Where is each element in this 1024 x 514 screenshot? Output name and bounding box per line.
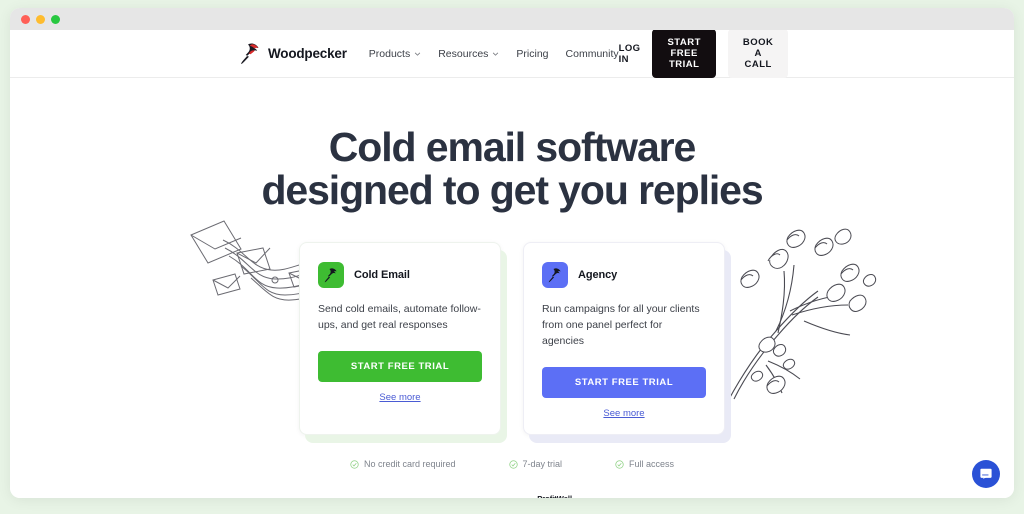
chevron-down-icon bbox=[415, 52, 421, 56]
nav-item-products-label: Products bbox=[368, 47, 411, 60]
profitwell-wordmark: ProfitWell by paddle bbox=[537, 489, 572, 498]
chat-bubble-icon bbox=[980, 468, 992, 479]
window-maximize-button[interactable] bbox=[51, 14, 60, 24]
benefit-full-access: Full access bbox=[615, 459, 674, 469]
window-close-button[interactable] bbox=[21, 14, 30, 24]
check-circle-icon bbox=[615, 459, 624, 469]
brand-logo[interactable]: Woodpecker bbox=[240, 42, 347, 66]
logo-profitwell: ProfitWell by paddle bbox=[520, 489, 572, 498]
card-description: Send cold emails, automate follow-ups, a… bbox=[318, 303, 481, 332]
agency-see-more-link[interactable]: See more bbox=[542, 408, 706, 419]
nav-item-community-label: Community bbox=[565, 47, 619, 60]
window-minimize-button[interactable] bbox=[36, 14, 45, 24]
benefits-row: No credit card required 7-day trial Full… bbox=[10, 459, 1014, 469]
woodpecker-glyph-icon bbox=[324, 268, 337, 283]
nav-actions: LOG IN START FREE TRIAL BOOK A CALL bbox=[619, 30, 1013, 78]
browser-window: Woodpecker Products Resources Pricing Co… bbox=[10, 8, 1014, 498]
check-circle-icon bbox=[508, 459, 518, 469]
page-content: Woodpecker Products Resources Pricing Co… bbox=[10, 30, 1014, 498]
book-a-call-button[interactable]: BOOK A CALL bbox=[727, 30, 789, 78]
cold-email-icon bbox=[318, 262, 344, 289]
headline-line-1: Cold email software bbox=[328, 124, 697, 170]
headline-line-2: designed to get you replies bbox=[261, 166, 763, 213]
benefit-label: Full access bbox=[629, 459, 675, 470]
card-title: Agency bbox=[578, 269, 618, 282]
browser-chrome-bar bbox=[10, 8, 1014, 30]
nav-links: Products Resources Pricing Community bbox=[369, 48, 619, 60]
benefit-label: No credit card required bbox=[363, 459, 456, 470]
card-description: Run campaigns for all your clients from … bbox=[542, 303, 700, 348]
login-link[interactable]: LOG IN bbox=[619, 43, 641, 65]
cold-email-start-free-trial-button[interactable]: START FREE TRIAL bbox=[318, 351, 482, 383]
card-cold-email[interactable]: Cold Email Send cold emails, automate fo… bbox=[299, 242, 501, 436]
nav-item-community[interactable]: Community bbox=[566, 48, 619, 60]
woodpecker-logo-icon bbox=[241, 43, 259, 64]
client-logos: ProfitWell by paddle BRAND24 LiveChat bbox=[520, 489, 759, 498]
benefit-label: 7-day trial bbox=[522, 459, 563, 470]
card-agency[interactable]: Agency Run campaigns for all your client… bbox=[523, 242, 725, 436]
site-navbar: Woodpecker Products Resources Pricing Co… bbox=[10, 30, 1014, 78]
profitwell-name: ProfitWell bbox=[537, 494, 572, 498]
chat-widget-button[interactable] bbox=[972, 460, 1000, 488]
benefit-no-credit-card: No credit card required bbox=[350, 459, 456, 469]
agency-icon bbox=[542, 262, 568, 289]
chevron-down-icon bbox=[493, 52, 499, 56]
cold-email-see-more-link[interactable]: See more bbox=[318, 392, 482, 403]
brand-name: Woodpecker bbox=[268, 46, 347, 61]
nav-item-resources[interactable]: Resources bbox=[438, 48, 499, 60]
hero-section: Cold email software designed to get you … bbox=[10, 78, 1014, 498]
card-header: Cold Email bbox=[318, 262, 482, 289]
nav-item-pricing[interactable]: Pricing bbox=[516, 48, 548, 60]
card-header: Agency bbox=[542, 262, 706, 289]
nav-item-pricing-label: Pricing bbox=[516, 47, 549, 60]
page-title: Cold email software designed to get you … bbox=[10, 126, 1014, 211]
nav-item-products[interactable]: Products bbox=[369, 48, 421, 60]
card-title: Cold Email bbox=[354, 269, 410, 282]
start-free-trial-button[interactable]: START FREE TRIAL bbox=[652, 30, 716, 78]
agency-start-free-trial-button[interactable]: START FREE TRIAL bbox=[542, 367, 706, 399]
check-circle-icon bbox=[350, 459, 359, 469]
product-cards: Cold Email Send cold emails, automate fo… bbox=[10, 242, 1014, 436]
nav-item-resources-label: Resources bbox=[438, 47, 489, 60]
benefit-trial-length: 7-day trial bbox=[508, 459, 563, 470]
trusted-by-row: TRUSTED BY 13,000+ PROFESSIONALS ProfitW… bbox=[10, 489, 1014, 498]
woodpecker-glyph-icon bbox=[548, 268, 561, 283]
